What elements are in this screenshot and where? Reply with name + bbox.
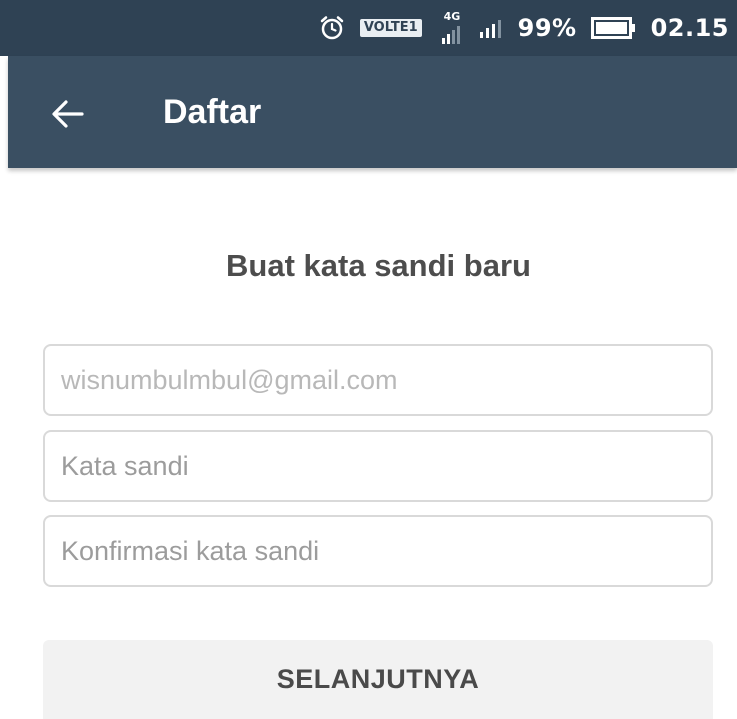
status-time: 02.15 bbox=[650, 14, 729, 42]
app-bar: Daftar bbox=[8, 56, 737, 168]
form-heading: Buat kata sandi baru bbox=[226, 248, 531, 283]
password-field[interactable] bbox=[43, 430, 713, 502]
status-bar-indicators: VOLTE1 4G 99% 02.15 bbox=[318, 0, 729, 56]
back-button[interactable] bbox=[48, 94, 88, 134]
battery-percent: 99% bbox=[517, 14, 577, 42]
network-type-label: 4G bbox=[443, 10, 461, 23]
next-button[interactable]: SELANJUTNYA bbox=[43, 640, 713, 719]
signal-icon bbox=[478, 16, 504, 40]
page-title: Daftar bbox=[163, 93, 262, 131]
alarm-icon bbox=[318, 14, 346, 42]
status-bar: VOLTE1 4G 99% 02.15 bbox=[0, 0, 737, 56]
arrow-left-icon bbox=[52, 100, 84, 128]
signal-4g-icon: 4G bbox=[436, 8, 464, 48]
battery-icon bbox=[590, 16, 637, 40]
email-field[interactable] bbox=[43, 344, 713, 416]
volte-badge: VOLTE1 bbox=[359, 19, 422, 37]
confirm-password-field[interactable] bbox=[43, 515, 713, 587]
